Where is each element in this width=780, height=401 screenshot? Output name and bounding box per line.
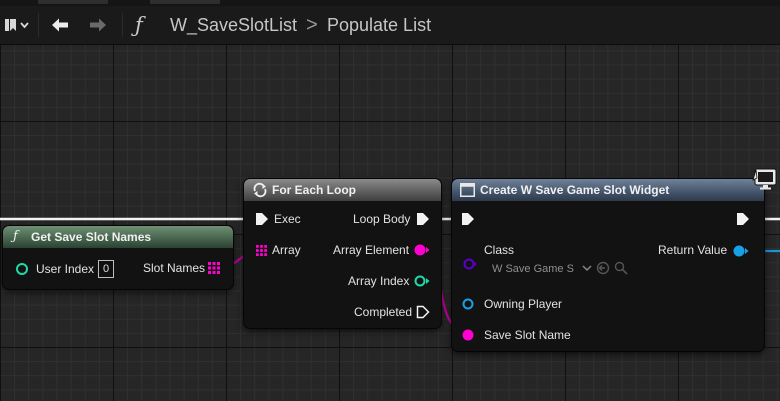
for-each-loop-node[interactable]: For Each Loop Exec Loop Body Array Array… [244,179,441,328]
network-monitor-icon [752,168,777,190]
exec-in-pin[interactable] [255,212,269,226]
exec-label: Exec [274,212,301,226]
array-index-pin[interactable] [414,274,430,288]
node-title: For Each Loop [272,183,356,197]
loop-body-label: Loop Body [353,212,411,226]
array-element-label: Array Element [333,243,410,257]
class-dropdown[interactable]: W Save Game S [492,263,585,275]
array-element-pin[interactable] [414,243,430,257]
return-value-pin[interactable] [733,244,749,258]
get-save-slot-names-node[interactable]: ƒ Get Save Slot Names User Index 0 Slot … [3,226,233,289]
save-slot-name-label: Save Slot Name [484,328,571,342]
chevron-down-icon[interactable] [582,264,592,272]
owning-player-pin[interactable] [462,297,476,311]
save-slot-name-pin[interactable] [462,328,476,342]
completed-label: Completed [354,305,413,319]
macro-loop-icon [253,182,267,198]
return-value-label: Return Value [658,243,728,257]
create-widget-node[interactable]: Create W Save Game Slot Widget Class W S… [452,179,764,351]
array-index-label: Array Index [348,274,410,288]
exec-in-pin[interactable] [461,212,475,226]
use-selected-asset-icon[interactable] [596,261,610,275]
user-index-pin[interactable] [15,262,29,276]
user-index-label: User Index [36,262,95,276]
class-pin[interactable] [463,257,477,271]
user-index-input[interactable]: 0 [98,260,114,278]
loop-body-exec-pin[interactable] [416,212,430,226]
class-label: Class [484,243,515,257]
completed-exec-pin[interactable] [416,305,430,319]
node-title: Get Save Slot Names [31,230,152,244]
node-header[interactable]: For Each Loop [244,179,441,201]
array-input-pin[interactable] [256,245,267,256]
slot-names-array-pin[interactable] [208,262,220,274]
array-label: Array [272,243,301,257]
widget-blueprint-icon [460,183,475,197]
slot-names-label: Slot Names [143,261,206,275]
search-icon[interactable] [614,261,628,275]
exec-out-pin[interactable] [736,212,750,226]
node-header[interactable]: ƒ Get Save Slot Names [3,226,233,248]
function-icon: ƒ [13,229,18,244]
node-header[interactable]: Create W Save Game Slot Widget [452,179,764,201]
node-title: Create W Save Game Slot Widget [480,183,670,197]
owning-player-label: Owning Player [484,297,563,311]
